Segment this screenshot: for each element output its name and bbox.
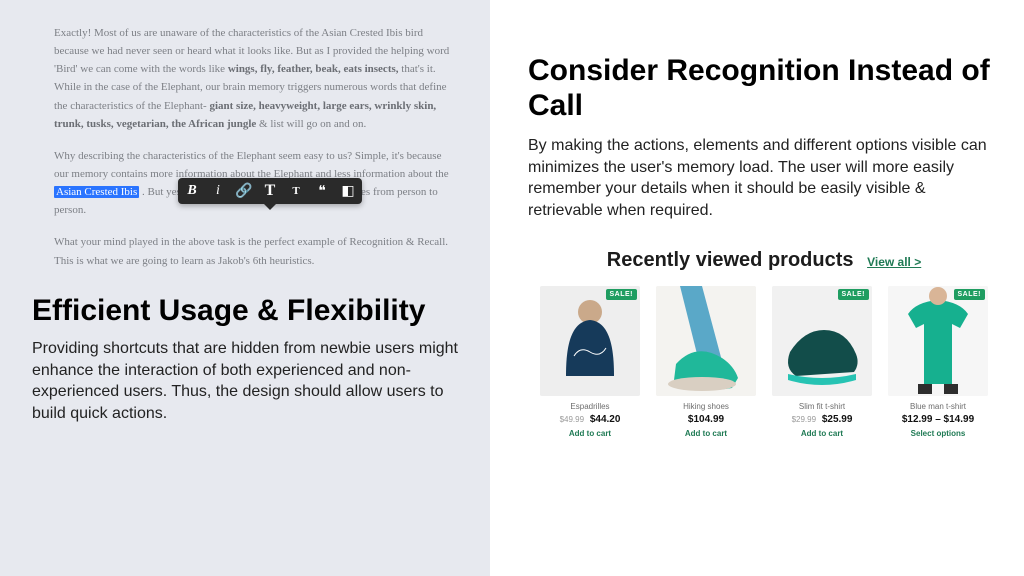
- product-current-price: $44.20: [590, 414, 621, 425]
- select-options-button[interactable]: Select options: [888, 429, 988, 438]
- italic-icon[interactable]: i: [210, 182, 226, 200]
- product-thumb: SALE!: [888, 286, 988, 396]
- product-name: Slim fit t-shirt: [772, 402, 872, 411]
- view-all-link[interactable]: View all >: [867, 255, 921, 269]
- sale-badge: SALE!: [606, 289, 638, 300]
- article-excerpt: Exactly! Most of us are unaware of the c…: [54, 24, 456, 270]
- product-thumb: SALE!: [540, 286, 640, 396]
- right-heading: Consider Recognition Instead of Call: [528, 54, 1000, 123]
- right-body: By making the actions, elements and diff…: [528, 135, 1000, 221]
- left-body: Providing shortcuts that are hidden from…: [32, 338, 458, 424]
- products-grid: SALE! Espadrilles $49.99 $44.20 Add t: [528, 286, 1000, 438]
- product-name: Blue man t-shirt: [888, 402, 988, 411]
- products-title: Recently viewed products View all >: [528, 249, 1000, 272]
- quote-icon[interactable]: ❝: [314, 182, 330, 200]
- product-card[interactable]: Hiking shoes $104.99 Add to cart: [656, 286, 756, 438]
- sale-badge: SALE!: [838, 289, 870, 300]
- add-to-cart-button[interactable]: Add to cart: [540, 429, 640, 438]
- product-current-price: $25.99: [822, 414, 853, 425]
- product-price: $12.99 – $14.99: [888, 414, 988, 425]
- article-p1-b: wings, fly, feather, beak, eats insects,: [228, 63, 399, 75]
- article-p2-highlight: Asian Crested Ibis: [54, 186, 139, 198]
- bold-icon[interactable]: B: [184, 182, 200, 200]
- product-price: $49.99 $44.20: [540, 414, 640, 425]
- left-heading: Efficient Usage & Flexibility: [32, 294, 458, 329]
- add-to-cart-button[interactable]: Add to cart: [772, 429, 872, 438]
- product-price: $104.99: [656, 414, 756, 425]
- heading-large-icon[interactable]: T: [262, 182, 278, 200]
- article-p1-e: & list will go on and on.: [259, 118, 366, 130]
- recently-viewed-products: Recently viewed products View all > SALE…: [528, 249, 1000, 438]
- product-current-price: $12.99 – $14.99: [902, 414, 974, 425]
- product-thumb: SALE!: [772, 286, 872, 396]
- text-selection-toolbar[interactable]: B i 🔗 T T ❝ ◧: [178, 178, 362, 204]
- article-paragraph-3: What your mind played in the above task …: [54, 233, 456, 269]
- product-old-price: $49.99: [560, 415, 584, 424]
- product-card[interactable]: SALE! Blue man t-shirt $12.99 – $14.99: [888, 286, 988, 438]
- products-title-text: Recently viewed products: [607, 249, 854, 271]
- product-old-price: $29.99: [792, 415, 816, 424]
- article-p2-a: Why describing the characteristics of th…: [54, 150, 449, 180]
- heading-small-icon[interactable]: T: [288, 182, 304, 200]
- product-current-price: $104.99: [688, 414, 724, 425]
- article-paragraph-1: Exactly! Most of us are unaware of the c…: [54, 24, 456, 133]
- product-price: $29.99 $25.99: [772, 414, 872, 425]
- product-thumb: [656, 286, 756, 396]
- sale-badge: SALE!: [954, 289, 986, 300]
- product-name: Hiking shoes: [656, 402, 756, 411]
- product-name: Espadrilles: [540, 402, 640, 411]
- product-card[interactable]: SALE! Espadrilles $49.99 $44.20 Add t: [540, 286, 640, 438]
- left-column: Exactly! Most of us are unaware of the c…: [0, 0, 490, 576]
- more-icon[interactable]: ◧: [340, 182, 356, 200]
- product-card[interactable]: SALE! Slim fit t-shirt $29.99 $25.99 Add…: [772, 286, 872, 438]
- add-to-cart-button[interactable]: Add to cart: [656, 429, 756, 438]
- right-column: Consider Recognition Instead of Call By …: [490, 0, 1024, 576]
- link-icon[interactable]: 🔗: [236, 182, 252, 200]
